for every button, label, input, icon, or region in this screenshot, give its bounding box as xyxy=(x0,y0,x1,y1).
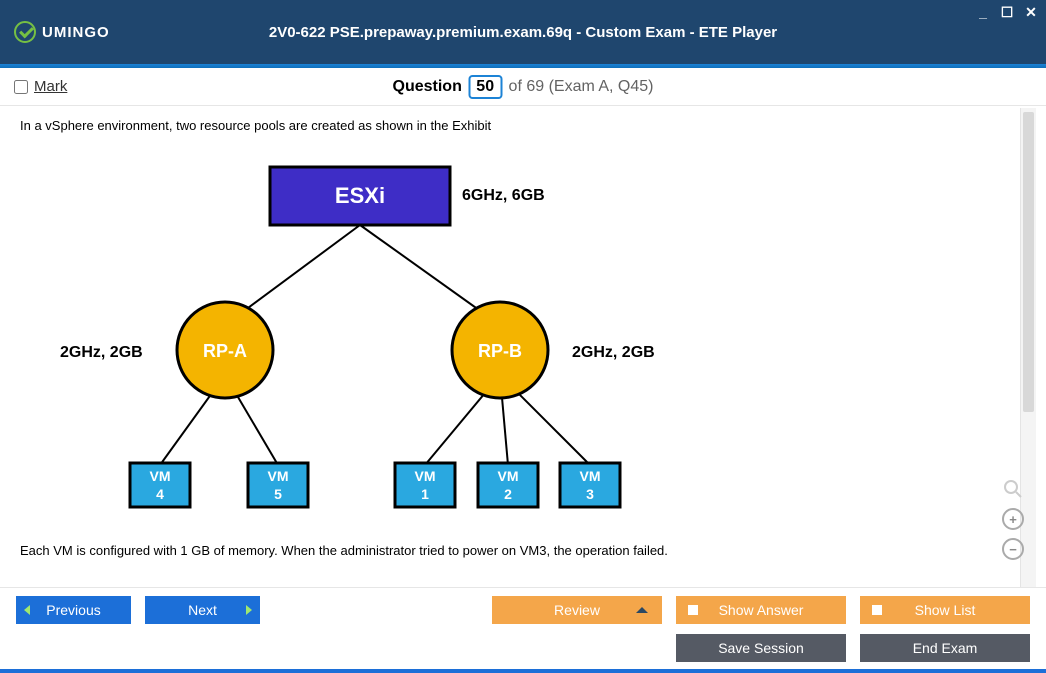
svg-text:VM: VM xyxy=(415,468,436,484)
svg-text:3: 3 xyxy=(586,486,594,502)
question-prefix: Question xyxy=(393,78,462,95)
svg-text:VM: VM xyxy=(150,468,171,484)
zoom-in-icon[interactable]: + xyxy=(1002,508,1024,530)
show-answer-label: Show Answer xyxy=(719,602,804,618)
exhibit-diagram: ESXi 6GHz, 6GB RP-A 2GHz, 2GB RP-B 2GHz,… xyxy=(30,145,710,525)
review-label: Review xyxy=(554,602,600,618)
question-indicator: Question 50 of 69 (Exam A, Q45) xyxy=(393,75,654,99)
esxi-label: ESXi xyxy=(335,183,385,208)
end-exam-button[interactable]: End Exam xyxy=(860,634,1030,662)
chevron-up-icon xyxy=(636,607,648,613)
question-followup: Each VM is configured with 1 GB of memor… xyxy=(20,543,1006,558)
vm2: VM 2 xyxy=(478,463,538,507)
minimize-icon[interactable]: _ xyxy=(974,4,992,20)
window-title: 2V0-622 PSE.prepaway.premium.exam.69q - … xyxy=(269,24,777,41)
question-intro: In a vSphere environment, two resource p… xyxy=(20,118,1006,133)
mark-checkbox[interactable]: Mark xyxy=(14,78,67,95)
rpb-spec: 2GHz, 2GB xyxy=(572,344,655,361)
maximize-icon[interactable]: ☐ xyxy=(998,4,1016,20)
question-bar: Mark Question 50 of 69 (Exam A, Q45) xyxy=(0,68,1046,106)
review-button[interactable]: Review xyxy=(492,596,662,624)
esxi-spec: 6GHz, 6GB xyxy=(462,187,545,204)
question-number: 50 xyxy=(468,75,502,99)
svg-text:VM: VM xyxy=(580,468,601,484)
bottom-separator xyxy=(0,669,1046,673)
show-answer-button[interactable]: Show Answer xyxy=(676,596,846,624)
show-list-button[interactable]: Show List xyxy=(860,596,1030,624)
question-suffix: of 69 (Exam A, Q45) xyxy=(509,78,654,95)
svg-text:4: 4 xyxy=(156,486,164,502)
rpa-label: RP-A xyxy=(203,341,247,361)
vm5: VM 5 xyxy=(248,463,308,507)
previous-button[interactable]: Previous xyxy=(16,596,131,624)
vm4: VM 4 xyxy=(130,463,190,507)
logo-mark-icon xyxy=(14,21,36,43)
title-bar: UMINGO 2V0-622 PSE.prepaway.premium.exam… xyxy=(0,0,1046,64)
svg-text:VM: VM xyxy=(268,468,289,484)
square-icon xyxy=(872,605,882,615)
next-button[interactable]: Next xyxy=(145,596,260,624)
vm1: VM 1 xyxy=(395,463,455,507)
window-controls: _ ☐ ✕ xyxy=(974,4,1040,20)
footer: Previous Next Review Show Answer Show Li… xyxy=(0,587,1046,673)
svg-text:2: 2 xyxy=(504,486,512,502)
magnifier-icon[interactable] xyxy=(1002,478,1024,500)
rpa-spec: 2GHz, 2GB xyxy=(60,344,143,361)
show-list-label: Show List xyxy=(915,602,976,618)
svg-text:5: 5 xyxy=(274,486,282,502)
svg-text:1: 1 xyxy=(421,486,429,502)
content-area: In a vSphere environment, two resource p… xyxy=(10,108,1036,587)
close-icon[interactable]: ✕ xyxy=(1022,4,1040,20)
mark-label: Mark xyxy=(34,78,67,95)
svg-text:VM: VM xyxy=(498,468,519,484)
rpb-label: RP-B xyxy=(478,341,522,361)
zoom-tools: + − xyxy=(1002,478,1024,560)
mark-checkbox-input[interactable] xyxy=(14,80,28,94)
vm3: VM 3 xyxy=(560,463,620,507)
brand-text: UMINGO xyxy=(42,24,110,41)
app-logo: UMINGO xyxy=(14,21,110,43)
save-session-button[interactable]: Save Session xyxy=(676,634,846,662)
zoom-out-icon[interactable]: − xyxy=(1002,538,1024,560)
square-icon xyxy=(688,605,698,615)
scroll-region: In a vSphere environment, two resource p… xyxy=(10,108,1036,587)
